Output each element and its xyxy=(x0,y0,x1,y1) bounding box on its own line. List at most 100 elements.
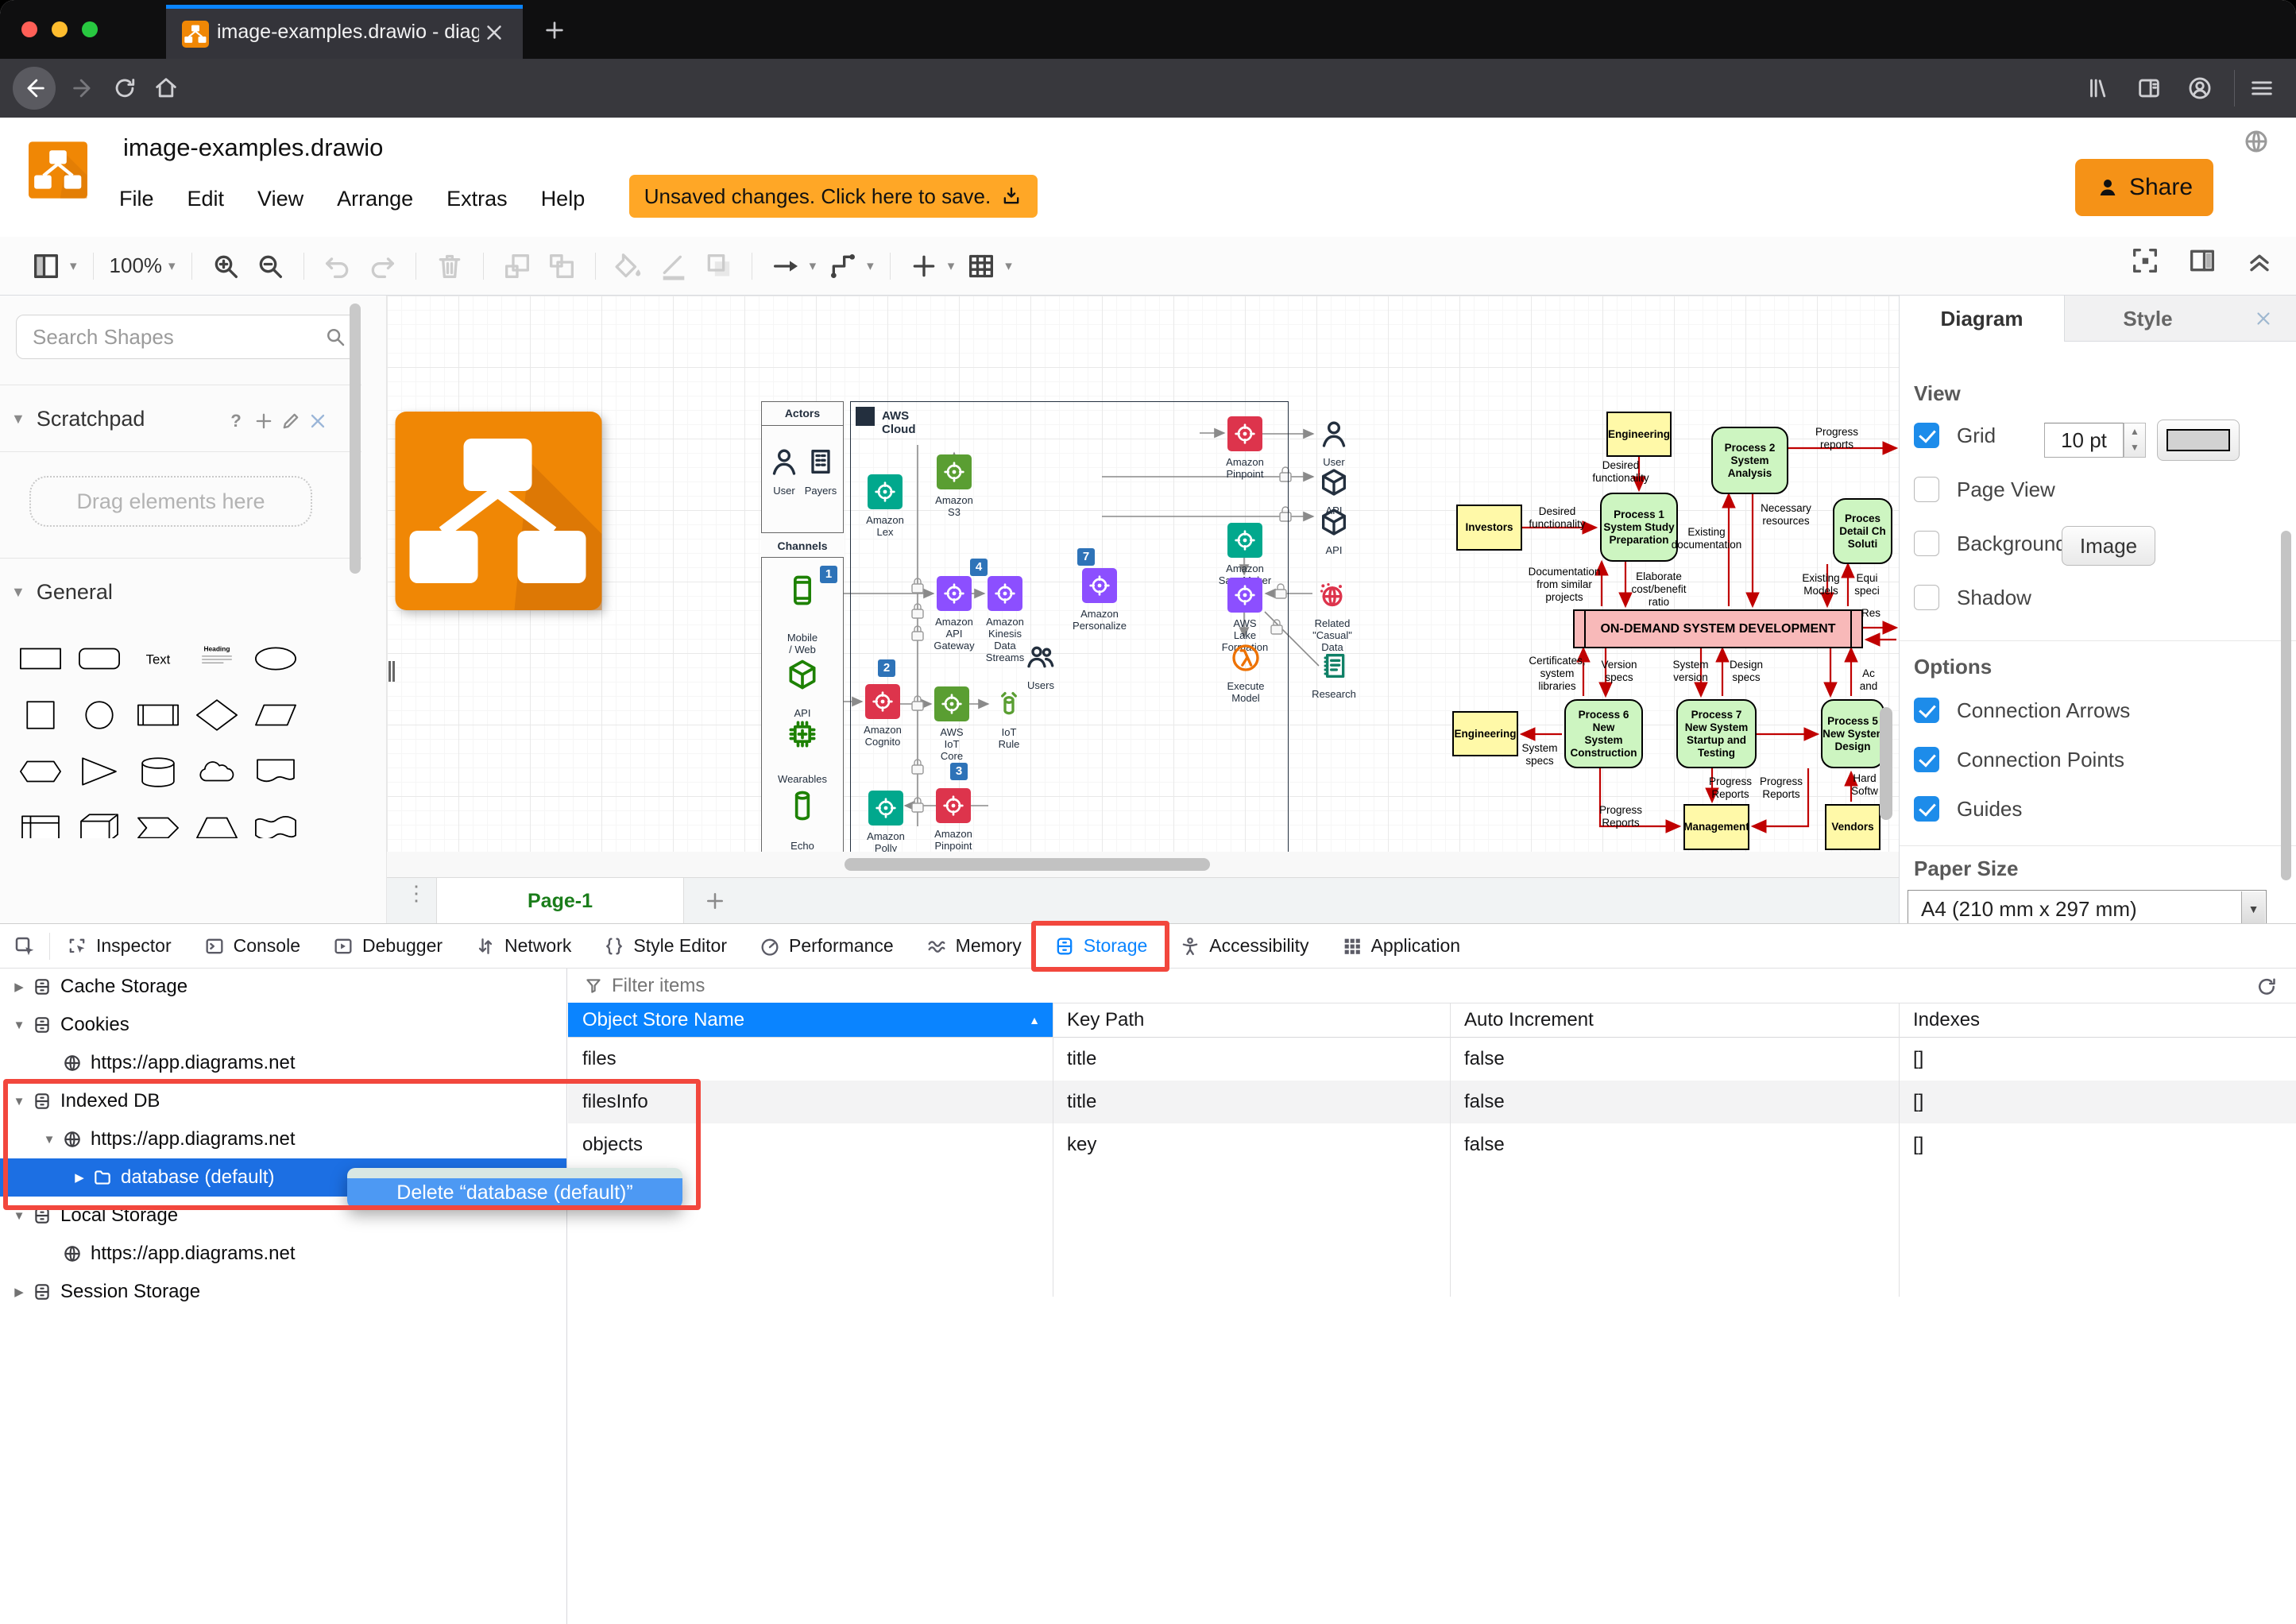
context-menu-delete-item[interactable]: Delete “database (default)” xyxy=(347,1178,682,1208)
flow-node-engineering[interactable]: Engineering xyxy=(1452,711,1518,756)
aws-node-amazon-lex[interactable] xyxy=(868,474,903,509)
aws-node-amazon[interactable] xyxy=(1227,416,1262,451)
shape-text[interactable]: Text xyxy=(129,630,187,686)
channel-api[interactable] xyxy=(785,652,820,698)
connection-points-checkbox[interactable] xyxy=(1914,747,1939,772)
devtools-tab-accessibility[interactable]: Accessibility xyxy=(1163,924,1324,969)
devtools-tab-application[interactable]: Application xyxy=(1325,924,1477,969)
table-cell[interactable]: files xyxy=(568,1038,1053,1081)
aws-node-amazon[interactable] xyxy=(1082,568,1117,603)
library-icon[interactable] xyxy=(2085,75,2112,102)
unsaved-changes-button[interactable]: Unsaved changes. Click here to save. xyxy=(629,175,1038,218)
expander-icon[interactable]: ▶ xyxy=(72,1170,87,1185)
shape-circle[interactable] xyxy=(70,686,129,743)
diagram-canvas[interactable]: Actors Channels AWS Cloud User Payers Mobile … xyxy=(387,296,1899,923)
paper-size-select[interactable]: A4 (210 mm x 297 mm) ▼ xyxy=(1908,890,2267,928)
home-button[interactable] xyxy=(153,75,180,102)
flow-node-process-7[interactable]: Process 7 New System Startup and Testing xyxy=(1676,699,1757,768)
search-icon[interactable] xyxy=(323,325,347,349)
scratchpad-close-icon[interactable] xyxy=(307,410,329,432)
sidebar-scrollbar[interactable] xyxy=(350,304,361,574)
page-view-checkbox[interactable] xyxy=(1914,477,1939,502)
table-cell[interactable]: [] xyxy=(1899,1123,2296,1166)
zoom-level-select[interactable]: 100% xyxy=(110,253,163,278)
shape-square[interactable] xyxy=(11,686,70,743)
shape-parallelogram[interactable] xyxy=(246,686,305,743)
channel-echo[interactable] xyxy=(785,783,820,829)
shadow-checkbox[interactable] xyxy=(1914,585,1939,610)
shape-cylinder[interactable] xyxy=(129,743,187,799)
menu-hamburger-icon[interactable] xyxy=(2248,75,2275,102)
shape-rectangle[interactable] xyxy=(11,630,70,686)
tree-item-cache-storage[interactable]: ▶ Cache Storage xyxy=(0,968,566,1006)
channel-mobile---web[interactable] xyxy=(785,567,820,613)
guides-checkbox[interactable] xyxy=(1914,796,1939,822)
format-panel-toggle-icon[interactable] xyxy=(2186,245,2218,276)
dropdown-caret-icon[interactable]: ▾ xyxy=(1005,258,1012,274)
waypoints-button[interactable] xyxy=(827,250,859,282)
dropdown-caret-icon[interactable]: ▾ xyxy=(948,258,955,274)
flow-node-process-2[interactable]: Process 2 System Analysis xyxy=(1711,427,1788,494)
table-cell[interactable]: false xyxy=(1450,1038,1899,1081)
scratchpad-help-icon[interactable]: ? xyxy=(225,410,247,432)
flow-node-proces[interactable]: Proces Detail Ch Soluti xyxy=(1833,498,1892,564)
close-icon[interactable] xyxy=(2253,308,2274,329)
table-cell[interactable]: title xyxy=(1053,1081,1450,1123)
insert-button[interactable] xyxy=(908,250,940,282)
menu-file[interactable]: File xyxy=(119,187,154,211)
pane-divider[interactable] xyxy=(566,969,567,1624)
menu-arrange[interactable]: Arrange xyxy=(337,187,413,211)
scratchpad-edit-icon[interactable] xyxy=(280,410,302,432)
reload-button[interactable] xyxy=(111,75,138,102)
scratchpad-dropzone[interactable]: Drag elements here xyxy=(29,476,312,527)
flow-node-management[interactable]: Management xyxy=(1683,804,1749,850)
forward-button[interactable] xyxy=(70,75,97,102)
minimize-window-button[interactable] xyxy=(52,21,68,37)
search-shapes-input[interactable]: Search Shapes xyxy=(16,315,359,359)
canvas-hscrollbar[interactable] xyxy=(387,852,1899,877)
table-cell[interactable]: false xyxy=(1450,1081,1899,1123)
aws-node-api[interactable] xyxy=(1316,505,1351,539)
channel-wearables[interactable] xyxy=(785,711,820,757)
dropdown-caret-icon[interactable]: ▾ xyxy=(810,258,817,274)
aws-node-related--casual-[interactable] xyxy=(1315,578,1350,613)
dropdown-caret-icon[interactable]: ▾ xyxy=(867,258,874,274)
tree-item-cookies[interactable]: ▼ Cookies xyxy=(0,1006,566,1044)
account-icon[interactable] xyxy=(2186,75,2213,102)
table-button[interactable] xyxy=(965,250,997,282)
flow-node-on-demand-system-development[interactable]: ON-DEMAND SYSTEM DEVELOPMENT xyxy=(1573,609,1863,648)
aws-node-amazon-s3[interactable] xyxy=(937,454,972,489)
aws-node-amazon-cognito[interactable] xyxy=(865,684,900,719)
table-cell[interactable]: [] xyxy=(1899,1038,2296,1081)
aws-node-api[interactable] xyxy=(1316,465,1351,500)
tree-item-https---app-diagrams-net[interactable]: https://app.diagrams.net xyxy=(0,1044,566,1082)
page-tab[interactable]: Page-1 xyxy=(436,878,684,923)
column-header-key-path[interactable]: Key Path xyxy=(1053,1003,1450,1038)
flow-node-engineering[interactable]: Engineering xyxy=(1606,412,1672,457)
table-cell[interactable]: [] xyxy=(1899,1081,2296,1123)
scratchpad-add-icon[interactable] xyxy=(253,410,275,432)
background-checkbox[interactable] xyxy=(1914,531,1939,556)
collapse-toolbar-icon[interactable] xyxy=(2244,245,2275,276)
shape-cloud[interactable] xyxy=(187,743,246,799)
dropdown-caret-icon[interactable]: ▾ xyxy=(70,258,77,274)
refresh-icon[interactable] xyxy=(2255,975,2279,999)
column-header-indexes[interactable]: Indexes xyxy=(1899,1003,2296,1038)
dropdown-caret-icon[interactable]: ▾ xyxy=(168,258,176,274)
add-page-icon[interactable] xyxy=(703,889,727,913)
flow-node-process-1[interactable]: Process 1 System Study Preparation xyxy=(1600,493,1678,562)
aws-node-amazon-api[interactable] xyxy=(937,576,972,611)
tree-item-https---app-diagrams-net[interactable]: https://app.diagrams.net xyxy=(0,1235,566,1273)
background-image-button[interactable]: Image xyxy=(2062,526,2155,566)
expander-icon[interactable]: ▼ xyxy=(11,1095,27,1108)
devtools-tab-performance[interactable]: Performance xyxy=(743,924,910,969)
browser-tab[interactable]: image-examples.drawio - diagra xyxy=(166,5,523,59)
shape-hexagon[interactable] xyxy=(11,743,70,799)
aws-node-amazon-kinesis[interactable] xyxy=(988,576,1022,611)
shape-triangle[interactable] xyxy=(70,743,129,799)
devtools-tab-memory[interactable]: Memory xyxy=(910,924,1038,969)
format-scrollbar[interactable] xyxy=(2281,531,2291,880)
shape-internal-storage[interactable] xyxy=(11,799,70,838)
grid-checkbox[interactable] xyxy=(1914,423,1939,448)
shape-tape[interactable] xyxy=(246,799,305,838)
